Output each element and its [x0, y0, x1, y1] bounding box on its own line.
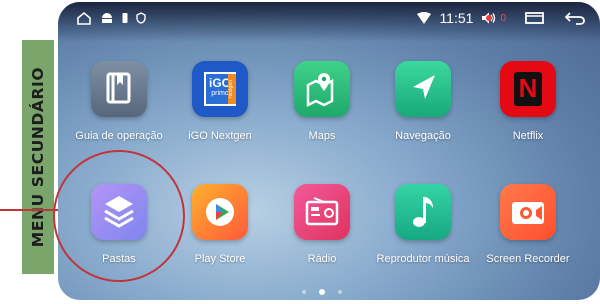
app-guia-de-operacao[interactable]: Guia de operação — [64, 61, 174, 142]
book-icon — [91, 61, 147, 117]
page-dot-3[interactable] — [338, 290, 342, 294]
android-icon — [102, 13, 112, 23]
app-label: Reprodutor música — [376, 253, 470, 265]
app-label: Play Store — [194, 253, 246, 265]
clock: 11:51 — [439, 10, 474, 26]
netflix-icon: N — [500, 61, 556, 117]
volume-icon[interactable] — [481, 11, 497, 25]
app-label: Netflix — [512, 130, 544, 142]
page-indicator — [302, 289, 362, 297]
music-note-icon — [395, 184, 451, 240]
app-igo-nextgen[interactable]: iGO primo nextgen iGO Nextgen — [165, 61, 275, 142]
highlight-circle — [53, 150, 185, 282]
radio-icon — [294, 184, 350, 240]
status-right-group: 11:51 0 — [417, 10, 586, 26]
navigation-arrow-icon — [395, 61, 451, 117]
igo-icon: iGO primo nextgen — [192, 61, 248, 117]
app-label: Rádio — [307, 253, 337, 265]
app-screen-recorder[interactable]: Screen Recorder — [473, 184, 583, 265]
app-reprodutor-musica[interactable]: Reprodutor música — [368, 184, 478, 265]
back-icon[interactable] — [564, 11, 586, 25]
app-radio[interactable]: Rádio — [267, 184, 377, 265]
app-netflix[interactable]: N Netflix — [473, 61, 583, 142]
annotation-pointer-line — [0, 209, 60, 211]
home-outline-icon[interactable] — [76, 11, 92, 25]
banner-label: MENU SECUNDÁRIO — [29, 66, 47, 248]
sim-icon — [122, 13, 128, 23]
screen-recorder-icon — [500, 184, 556, 240]
app-label: iGO Nextgen — [188, 130, 252, 142]
shield-icon — [136, 12, 146, 24]
play-store-icon — [192, 184, 248, 240]
map-pin-icon — [294, 61, 350, 117]
app-label: Maps — [308, 130, 336, 142]
app-label: Screen Recorder — [486, 253, 570, 265]
netflix-logo: N — [518, 73, 538, 103]
app-label: Guia de operação — [75, 130, 163, 142]
recent-apps-icon[interactable] — [524, 11, 546, 25]
app-maps[interactable]: Maps — [267, 61, 377, 142]
page-dot-1[interactable] — [302, 290, 306, 294]
wifi-icon — [417, 12, 432, 24]
igo-badge-side: nextgen — [228, 80, 235, 98]
status-bar: 11:51 0 — [58, 2, 600, 36]
app-label: Navegação — [395, 130, 451, 142]
page-dot-2-active[interactable] — [319, 289, 325, 295]
volume-count: 0 — [500, 12, 506, 24]
app-navegacao[interactable]: Navegação — [368, 61, 478, 142]
status-left-group — [76, 11, 146, 25]
